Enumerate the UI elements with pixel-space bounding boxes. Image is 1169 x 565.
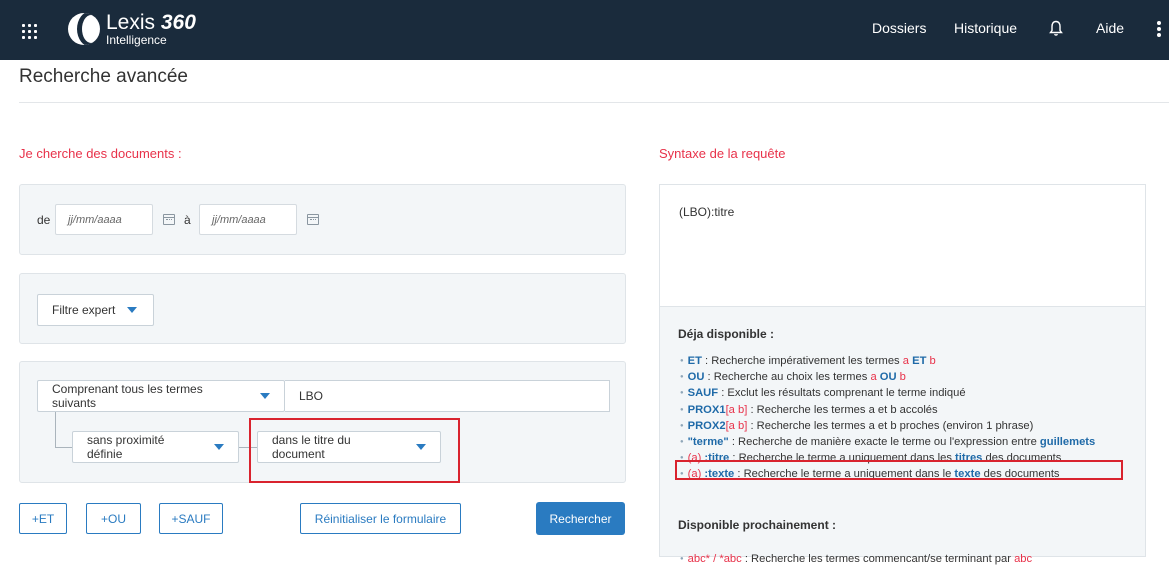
top-bar: Lexis 360 Intelligence Dossiers Historiq… <box>0 0 1169 60</box>
date-from-input[interactable]: jj/mm/aaaa <box>55 204 153 235</box>
add-except-button[interactable]: +SAUF <box>159 503 223 534</box>
query-text: (LBO):titre <box>679 205 735 219</box>
tree-connector <box>55 412 56 447</box>
proximity-select-label: sans proximité définie <box>87 433 165 461</box>
logo-brand-number: 360 <box>160 11 196 34</box>
syntax-help-panel: Déja disponible : ET : Recherche impérat… <box>659 306 1146 565</box>
date-from-label: de <box>37 213 51 227</box>
upcoming-syntax-list: abc* / *abc : Recherche les termes comme… <box>680 553 1033 565</box>
nav-aide[interactable]: Aide <box>1096 20 1124 36</box>
caret-down-icon <box>127 307 138 313</box>
available-title: Déja disponible : <box>678 327 775 341</box>
criteria-select-label: Comprenant tous les termes suivants <box>52 382 203 410</box>
add-and-button[interactable]: +ET <box>19 503 67 534</box>
date-range-panel: de jj/mm/aaaa à jj/mm/aaaa <box>19 184 626 255</box>
proximity-select[interactable]: sans proximité définie <box>72 431 239 463</box>
soon-title: Disponible prochainement : <box>678 518 837 532</box>
highlight-box <box>249 418 460 483</box>
criteria-select[interactable]: Comprenant tous les termes suivants <box>37 380 285 412</box>
expert-filter-select[interactable]: Filtre expert <box>37 294 154 326</box>
reset-form-button[interactable]: Réinitialiser le formulaire <box>300 503 461 534</box>
highlight-box <box>675 460 1123 480</box>
caret-down-icon <box>214 444 224 450</box>
nav-dossiers[interactable]: Dossiers <box>872 20 926 36</box>
divider <box>19 102 1169 103</box>
caret-down-icon <box>260 393 270 399</box>
list-item: PROX1[a b] : Recherche les termes a et b… <box>680 402 1095 418</box>
list-item: "terme" : Recherche de manière exacte le… <box>680 434 1096 450</box>
expert-filter-label: Filtre expert <box>52 303 116 317</box>
add-or-button[interactable]: +OU <box>86 503 141 534</box>
query-syntax-box: (LBO):titre <box>659 184 1146 306</box>
list-item: ET : Recherche impérativement les termes… <box>680 353 1095 369</box>
logo-brand-name: Lexis <box>106 11 156 34</box>
apps-grid-icon[interactable] <box>22 24 37 39</box>
logo-subtitle: Intelligence <box>106 33 167 47</box>
search-button[interactable]: Rechercher <box>536 502 625 535</box>
expert-filter-panel: Filtre expert <box>19 273 626 344</box>
list-item: PROX2[a b] : Recherche les termes a et b… <box>680 418 1095 434</box>
date-to-input[interactable]: jj/mm/aaaa <box>199 204 297 235</box>
syntax-section-title: Syntaxe de la requête <box>659 146 786 161</box>
tree-connector <box>55 447 72 448</box>
criteria-terms-input[interactable]: LBO <box>285 380 610 412</box>
date-to-label: à <box>184 213 191 227</box>
logo[interactable]: Lexis 360 Intelligence <box>68 12 196 46</box>
calendar-icon[interactable] <box>307 214 319 225</box>
list-item: SAUF : Exclut les résultats comprenant l… <box>680 385 1095 401</box>
calendar-icon[interactable] <box>163 214 175 225</box>
page-title: Recherche avancée <box>19 66 188 87</box>
more-menu-icon[interactable] <box>1157 21 1161 37</box>
list-item: abc* / *abc : Recherche les termes comme… <box>680 553 1033 565</box>
nav-historique[interactable]: Historique <box>954 20 1017 36</box>
search-section-title: Je cherche des documents : <box>19 146 182 161</box>
lexis-logo-icon <box>68 13 100 45</box>
bell-icon[interactable] <box>1049 20 1063 37</box>
list-item: OU : Recherche au choix les termes a OU … <box>680 369 1095 385</box>
